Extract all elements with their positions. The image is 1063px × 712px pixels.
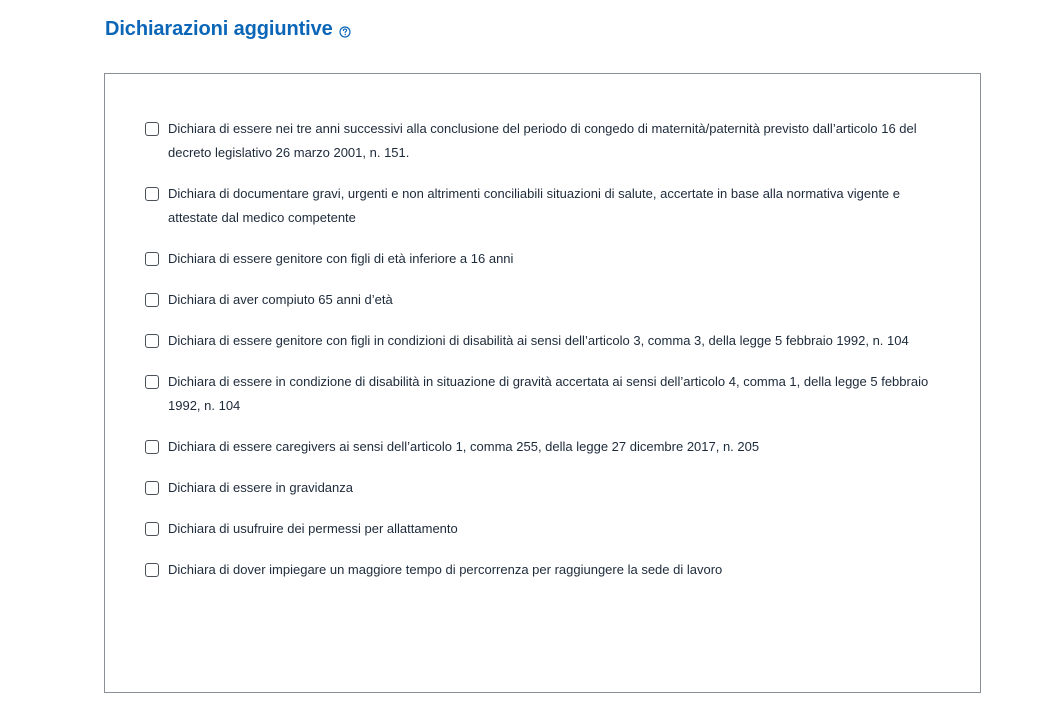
declarations-panel: Dichiara di essere nei tre anni successi… bbox=[104, 73, 981, 693]
declaration-item[interactable]: Dichiara di essere caregivers ai sensi d… bbox=[145, 437, 930, 459]
declaration-checkbox[interactable] bbox=[145, 481, 159, 495]
section-header: Dichiarazioni aggiuntive bbox=[105, 18, 351, 41]
declaration-label[interactable]: Dichiara di essere in condizione di disa… bbox=[168, 370, 930, 418]
declaration-item[interactable]: Dichiara di essere genitore con figli di… bbox=[145, 249, 930, 271]
declaration-checkbox[interactable] bbox=[145, 563, 159, 577]
declaration-checkbox[interactable] bbox=[145, 122, 159, 136]
declaration-item[interactable]: Dichiara di documentare gravi, urgenti e… bbox=[145, 184, 930, 230]
declaration-item[interactable]: Dichiara di essere genitore con figli in… bbox=[145, 331, 930, 353]
declaration-checkbox[interactable] bbox=[145, 522, 159, 536]
section-title: Dichiarazioni aggiuntive bbox=[105, 18, 333, 40]
declaration-label[interactable]: Dichiara di essere in gravidanza bbox=[168, 476, 353, 500]
declaration-checkbox[interactable] bbox=[145, 252, 159, 266]
declaration-label[interactable]: Dichiara di aver compiuto 65 anni d’età bbox=[168, 288, 393, 312]
question-circle-icon[interactable] bbox=[339, 25, 351, 38]
page: Dichiarazioni aggiuntive Dichiara di ess… bbox=[0, 0, 1063, 712]
declaration-label[interactable]: Dichiara di essere nei tre anni successi… bbox=[168, 117, 930, 165]
declaration-checkbox[interactable] bbox=[145, 440, 159, 454]
declaration-item[interactable]: Dichiara di essere nei tre anni successi… bbox=[145, 119, 930, 165]
declaration-label[interactable]: Dichiara di documentare gravi, urgenti e… bbox=[168, 182, 930, 230]
declaration-item[interactable]: Dichiara di usufruire dei permessi per a… bbox=[145, 519, 930, 541]
declaration-label[interactable]: Dichiara di essere genitore con figli in… bbox=[168, 329, 909, 353]
declaration-label[interactable]: Dichiara di dover impiegare un maggiore … bbox=[168, 558, 722, 582]
declarations-list: Dichiara di essere nei tre anni successi… bbox=[145, 119, 930, 601]
declaration-label[interactable]: Dichiara di usufruire dei permessi per a… bbox=[168, 517, 458, 541]
declaration-label[interactable]: Dichiara di essere genitore con figli di… bbox=[168, 247, 513, 271]
declaration-checkbox[interactable] bbox=[145, 293, 159, 307]
declaration-item[interactable]: Dichiara di aver compiuto 65 anni d’età bbox=[145, 290, 930, 312]
declaration-item[interactable]: Dichiara di essere in gravidanza bbox=[145, 478, 930, 500]
declaration-item[interactable]: Dichiara di essere in condizione di disa… bbox=[145, 372, 930, 418]
declaration-checkbox[interactable] bbox=[145, 334, 159, 348]
declaration-checkbox[interactable] bbox=[145, 187, 159, 201]
declaration-checkbox[interactable] bbox=[145, 375, 159, 389]
declaration-item[interactable]: Dichiara di dover impiegare un maggiore … bbox=[145, 560, 930, 582]
declaration-label[interactable]: Dichiara di essere caregivers ai sensi d… bbox=[168, 435, 759, 459]
